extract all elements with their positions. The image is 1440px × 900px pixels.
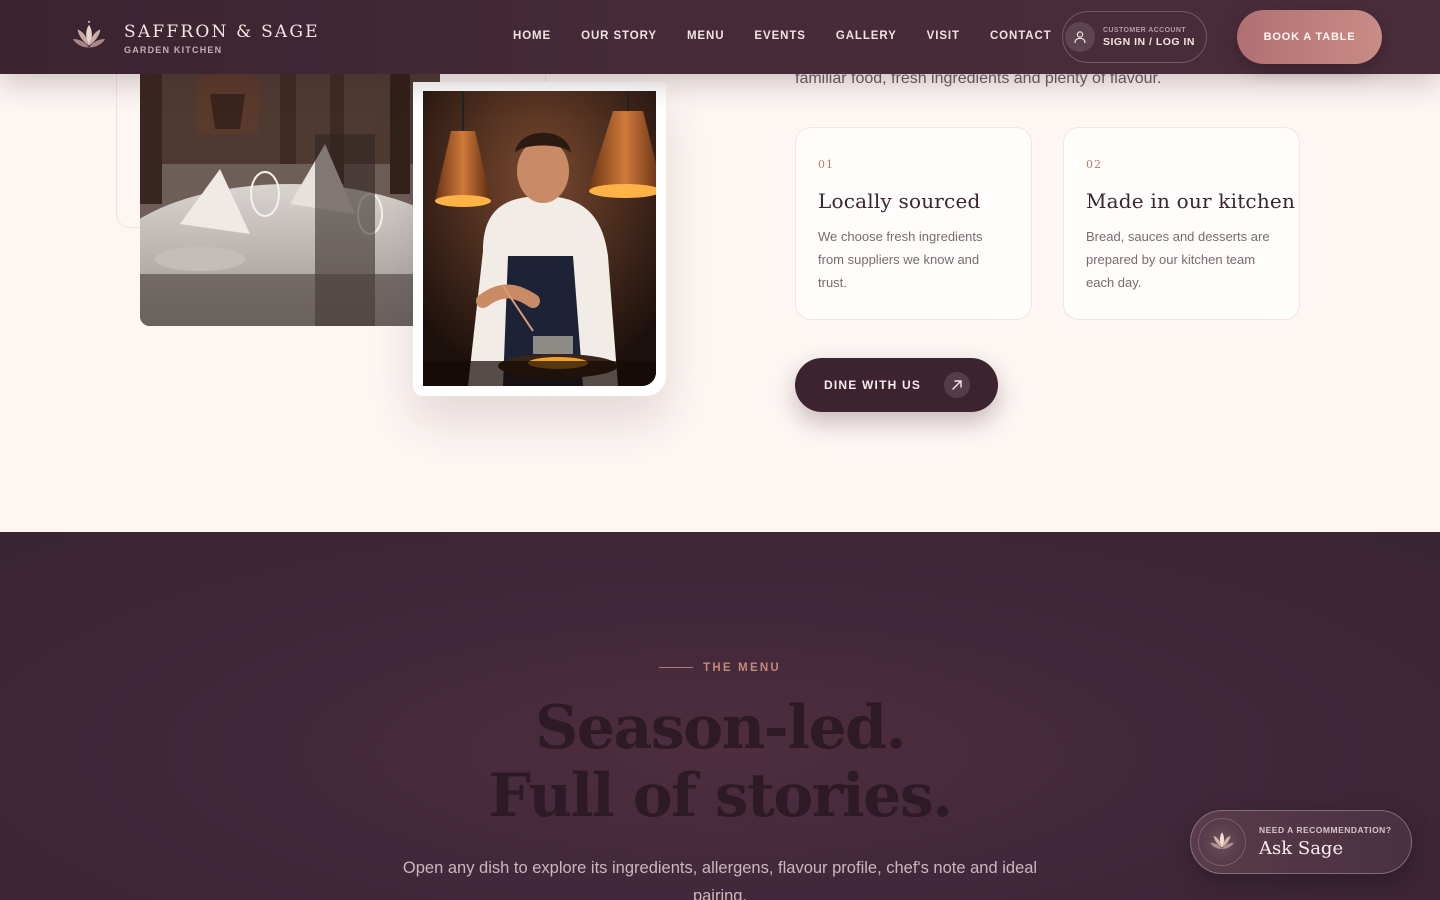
- nav-events[interactable]: EVENTS: [754, 30, 805, 42]
- brand-text: SAFFRON & SAGE GARDEN KITCHEN: [124, 22, 320, 55]
- main-nav: HOME OUR STORY MENU EVENTS GALLERY VISIT…: [513, 30, 1082, 42]
- site-header: SAFFRON & SAGE GARDEN KITCHEN HOME OUR S…: [0, 0, 1440, 74]
- story-section: familiar food, fresh ingredients and ple…: [0, 70, 1440, 532]
- feature-number: 02: [1086, 158, 1102, 171]
- nav-our-story[interactable]: OUR STORY: [581, 30, 657, 42]
- account-text: CUSTOMER ACCOUNT SIGN IN / LOG IN: [1103, 27, 1195, 48]
- account-caption: CUSTOMER ACCOUNT: [1103, 26, 1187, 34]
- feature-number: 01: [818, 158, 834, 171]
- brand-name: SAFFRON & SAGE: [124, 21, 320, 42]
- menu-eyebrow: THE MENU: [0, 662, 1440, 674]
- account-button[interactable]: CUSTOMER ACCOUNT SIGN IN / LOG IN: [1062, 11, 1207, 63]
- nav-gallery[interactable]: GALLERY: [836, 30, 897, 42]
- book-table-button[interactable]: BOOK A TABLE: [1237, 10, 1382, 64]
- feature-card-locally-sourced: 01 Locally sourced We choose fresh ingre…: [795, 127, 1032, 320]
- nav-menu[interactable]: MENU: [687, 30, 724, 42]
- brand[interactable]: SAFFRON & SAGE GARDEN KITCHEN: [70, 18, 320, 58]
- chef-photo-frame: [413, 82, 666, 396]
- nav-home[interactable]: HOME: [513, 30, 551, 42]
- lotus-icon: [1198, 818, 1246, 866]
- menu-heading-line-1: Season-led.: [534, 693, 907, 763]
- menu-eyebrow-label: THE MENU: [703, 662, 781, 674]
- feature-title: Made in our kitchen: [1086, 189, 1296, 213]
- brand-subtitle: GARDEN KITCHEN: [124, 44, 223, 55]
- feature-body: Bread, sauces and desserts are prepared …: [1086, 229, 1270, 290]
- dine-with-us-label: DINE WITH US: [824, 378, 922, 392]
- dining-room-photo: [140, 74, 440, 326]
- dine-with-us-button[interactable]: DINE WITH US: [795, 358, 998, 412]
- eyebrow-line: [659, 667, 694, 669]
- menu-description: Open any dish to explore its ingredients…: [402, 859, 1038, 900]
- ask-sage-button[interactable]: NEED A RECOMMENDATION? Ask Sage: [1190, 810, 1412, 874]
- user-icon: [1065, 22, 1095, 52]
- feature-title: Locally sourced: [818, 189, 981, 213]
- chef-photo: [423, 91, 656, 386]
- ask-sage-label: Ask Sage: [1259, 838, 1344, 859]
- ask-sage-caption: NEED A RECOMMENDATION?: [1259, 825, 1392, 835]
- arrow-up-right-icon: [944, 372, 971, 398]
- nav-visit[interactable]: VISIT: [927, 30, 960, 42]
- account-label: SIGN IN / LOG IN: [1103, 35, 1196, 48]
- feature-body: We choose fresh ingredients from supplie…: [818, 229, 983, 290]
- lotus-logo-icon: [72, 20, 106, 48]
- nav-contact[interactable]: CONTACT: [990, 30, 1052, 42]
- feature-card-made-in-kitchen: 02 Made in our kitchen Bread, sauces and…: [1063, 127, 1300, 320]
- ask-sage-text: NEED A RECOMMENDATION? Ask Sage: [1259, 825, 1392, 859]
